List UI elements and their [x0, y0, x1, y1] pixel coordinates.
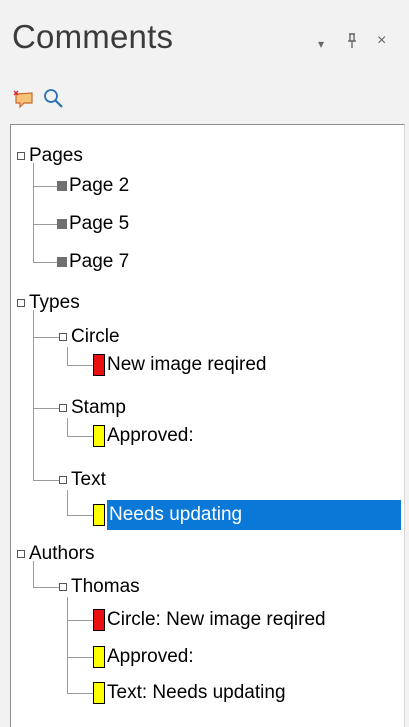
tree-node-comment-selected[interactable]: Needs updating	[107, 500, 245, 530]
tree-node-comment[interactable]: New image reqired	[105, 350, 268, 380]
search-icon[interactable]	[42, 87, 66, 111]
tree-node-comment[interactable]: Circle: New image reqired	[105, 605, 328, 635]
close-icon[interactable]: ×	[377, 33, 386, 49]
tree-node-types[interactable]: Types	[27, 288, 82, 318]
tree-node-page-2[interactable]: Page 2	[67, 171, 131, 201]
red-comment-icon	[93, 354, 105, 376]
yellow-comment-icon	[93, 682, 105, 704]
yellow-comment-icon	[93, 646, 105, 668]
tree-node-page-7[interactable]: Page 7	[67, 247, 131, 277]
types-expander[interactable]	[17, 299, 25, 307]
red-comment-icon	[93, 609, 105, 631]
stamp-expander[interactable]	[59, 404, 67, 412]
tree-node-circle[interactable]: Circle	[69, 322, 122, 352]
thomas-expander[interactable]	[59, 583, 67, 591]
yellow-comment-icon	[93, 425, 105, 447]
pages-expander[interactable]	[17, 152, 25, 160]
tree-node-page-5[interactable]: Page 5	[67, 209, 131, 239]
tree-node-authors[interactable]: Authors	[27, 539, 96, 569]
tree-node-comment[interactable]: Text: Needs updating	[105, 678, 288, 708]
tree-node-stamp[interactable]: Stamp	[69, 393, 128, 423]
tree-node-comment[interactable]: Approved:	[105, 642, 196, 672]
dropdown-icon[interactable]: ▾	[318, 36, 324, 52]
authors-expander[interactable]	[17, 550, 25, 558]
new-comment-icon[interactable]	[12, 87, 36, 111]
comments-tree: Pages Page 2 Page 5 Page 7 Types Circle …	[10, 124, 405, 727]
tree-node-comment[interactable]: Approved:	[105, 421, 196, 451]
circle-expander[interactable]	[59, 333, 67, 341]
tree-node-thomas[interactable]: Thomas	[69, 572, 142, 602]
pin-icon[interactable]	[346, 33, 358, 53]
panel-title: Comments	[12, 18, 174, 55]
page-icon	[57, 181, 67, 191]
tree-node-text[interactable]: Text	[69, 465, 108, 495]
tree-node-pages[interactable]: Pages	[27, 141, 85, 171]
page-icon	[57, 257, 67, 267]
page-icon	[57, 219, 67, 229]
yellow-comment-icon	[93, 504, 105, 526]
text-expander[interactable]	[59, 476, 67, 484]
